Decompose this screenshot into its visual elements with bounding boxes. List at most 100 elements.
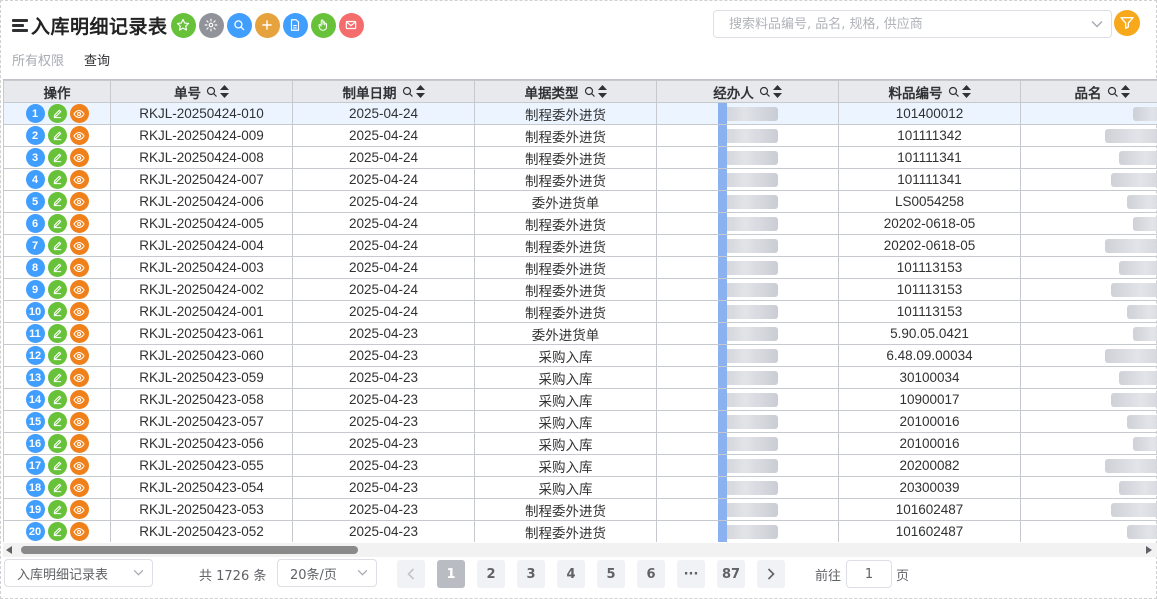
page-button-2[interactable]: 2	[477, 560, 505, 588]
view-button[interactable]	[69, 236, 89, 255]
search-icon[interactable]	[402, 86, 414, 98]
edit-button[interactable]	[47, 280, 67, 299]
sort-icon[interactable]	[597, 85, 607, 98]
edit-button[interactable]	[47, 478, 67, 497]
edit-button[interactable]	[47, 456, 67, 475]
table-row[interactable]: 13 RKJL-20250423-059 2025-04-23 采购入库 3010003…	[3, 366, 1157, 389]
view-button[interactable]	[69, 214, 89, 233]
settings-button[interactable]	[198, 12, 224, 38]
table-row[interactable]: 10 RKJL-20250424-001 2025-04-24 制程委外进货 10111…	[3, 300, 1157, 323]
table-row[interactable]: 2 RKJL-20250424-009 2025-04-24 制程委外进货 101111…	[3, 124, 1157, 147]
search-button[interactable]	[226, 12, 252, 38]
view-button[interactable]	[69, 104, 89, 123]
scrollbar-thumb[interactable]	[21, 546, 358, 554]
table-row[interactable]: 20 RKJL-20250423-052 2025-04-23 制程委外进货 10160…	[3, 520, 1157, 542]
delete-button[interactable]	[338, 12, 364, 38]
edit-button[interactable]	[47, 192, 67, 211]
search-icon[interactable]	[584, 86, 596, 98]
search-select[interactable]	[713, 10, 1112, 38]
edit-button[interactable]	[47, 390, 67, 409]
table-row[interactable]: 4 RKJL-20250424-007 2025-04-24 制程委外进货 101111…	[3, 168, 1157, 191]
scroll-right-icon[interactable]	[1146, 546, 1152, 554]
col-item-name[interactable]: 品名	[1020, 80, 1157, 103]
view-button[interactable]	[69, 346, 89, 365]
table-row[interactable]: 1 RKJL-20250424-010 2025-04-24 制程委外进货 101400…	[3, 102, 1157, 125]
table-row[interactable]: 16 RKJL-20250423-056 2025-04-23 采购入库 2010001…	[3, 432, 1157, 455]
table-row[interactable]: 9 RKJL-20250424-002 2025-04-24 制程委外进货 101113…	[3, 278, 1157, 301]
view-button[interactable]	[69, 500, 89, 519]
more-pages-button[interactable]: ···	[677, 560, 705, 588]
sort-icon[interactable]	[961, 85, 971, 98]
edit-button[interactable]	[47, 258, 67, 277]
sort-icon[interactable]	[220, 85, 229, 98]
search-icon[interactable]	[1107, 86, 1119, 98]
table-row[interactable]: 7 RKJL-20250424-004 2025-04-24 制程委外进货 20202-…	[3, 234, 1157, 257]
view-button[interactable]	[69, 148, 89, 167]
col-doc-type[interactable]: 单据类型	[474, 80, 657, 103]
page-button-5[interactable]: 5	[597, 560, 625, 588]
sort-icon[interactable]	[1120, 85, 1130, 98]
table-row[interactable]: 12 RKJL-20250423-060 2025-04-23 采购入库 6.48.09…	[3, 344, 1157, 367]
edit-button[interactable]	[47, 104, 67, 123]
edit-button[interactable]	[47, 412, 67, 431]
view-button[interactable]	[69, 368, 89, 387]
filter-button[interactable]	[1114, 10, 1140, 36]
table-row[interactable]: 5 RKJL-20250424-006 2025-04-24 委外进货单 LS00542…	[3, 190, 1157, 213]
page-button-6[interactable]: 6	[637, 560, 665, 588]
add-button[interactable]	[254, 12, 280, 38]
page-button-3[interactable]: 3	[517, 560, 545, 588]
view-button[interactable]	[69, 192, 89, 211]
horizontal-scrollbar[interactable]	[3, 543, 1157, 557]
tab-permission[interactable]: 所有权限	[12, 50, 64, 69]
menu-icon[interactable]	[12, 18, 28, 32]
tab-query[interactable]: 查询	[84, 50, 110, 69]
export-button[interactable]	[282, 12, 308, 38]
view-button[interactable]	[69, 434, 89, 453]
chevron-down-icon[interactable]	[1083, 11, 1111, 37]
sort-icon[interactable]	[415, 85, 425, 98]
table-row[interactable]: 6 RKJL-20250424-005 2025-04-24 制程委外进货 20202-…	[3, 212, 1157, 235]
table-row[interactable]: 17 RKJL-20250423-055 2025-04-23 采购入库 2020008…	[3, 454, 1157, 477]
favorite-button[interactable]	[170, 12, 196, 38]
edit-button[interactable]	[47, 500, 67, 519]
edit-button[interactable]	[47, 346, 67, 365]
col-order-no[interactable]: 单号	[110, 80, 293, 103]
table-row[interactable]: 11 RKJL-20250423-061 2025-04-23 委外进货单 5.90.0…	[3, 322, 1157, 345]
view-button[interactable]	[69, 522, 89, 541]
edit-button[interactable]	[47, 302, 67, 321]
search-icon[interactable]	[206, 86, 218, 98]
view-button[interactable]	[69, 456, 89, 475]
page-button-4[interactable]: 4	[557, 560, 585, 588]
view-button[interactable]	[69, 412, 89, 431]
search-input[interactable]	[714, 11, 1083, 37]
edit-button[interactable]	[47, 214, 67, 233]
table-row[interactable]: 3 RKJL-20250424-008 2025-04-24 制程委外进货 101111…	[3, 146, 1157, 169]
view-button[interactable]	[69, 126, 89, 145]
view-button[interactable]	[69, 258, 89, 277]
view-button[interactable]	[69, 390, 89, 409]
search-icon[interactable]	[759, 86, 771, 98]
table-row[interactable]: 15 RKJL-20250423-057 2025-04-23 采购入库 2010001…	[3, 410, 1157, 433]
table-row[interactable]: 19 RKJL-20250423-053 2025-04-23 制程委外进货 10160…	[3, 498, 1157, 521]
table-row[interactable]: 8 RKJL-20250424-003 2025-04-24 制程委外进货 101113…	[3, 256, 1157, 279]
table-row[interactable]: 14 RKJL-20250423-058 2025-04-23 采购入库 1090001…	[3, 388, 1157, 411]
view-button[interactable]	[69, 302, 89, 321]
edit-button[interactable]	[47, 126, 67, 145]
page-button-last[interactable]: 87	[717, 560, 745, 588]
edit-button[interactable]	[47, 324, 67, 343]
prev-page-button[interactable]	[397, 560, 425, 588]
view-button[interactable]	[69, 478, 89, 497]
sort-icon[interactable]	[772, 85, 782, 98]
edit-button[interactable]	[47, 236, 67, 255]
approve-button[interactable]	[310, 12, 336, 38]
col-date[interactable]: 制单日期	[292, 80, 475, 103]
report-select[interactable]: 入库明细记录表	[4, 559, 153, 587]
page-size-select[interactable]: 20条/页	[277, 559, 377, 587]
table-row[interactable]: 18 RKJL-20250423-054 2025-04-23 采购入库 2030003…	[3, 476, 1157, 499]
edit-button[interactable]	[47, 522, 67, 541]
search-icon[interactable]	[948, 86, 960, 98]
edit-button[interactable]	[47, 148, 67, 167]
view-button[interactable]	[69, 324, 89, 343]
edit-button[interactable]	[47, 368, 67, 387]
view-button[interactable]	[69, 170, 89, 189]
